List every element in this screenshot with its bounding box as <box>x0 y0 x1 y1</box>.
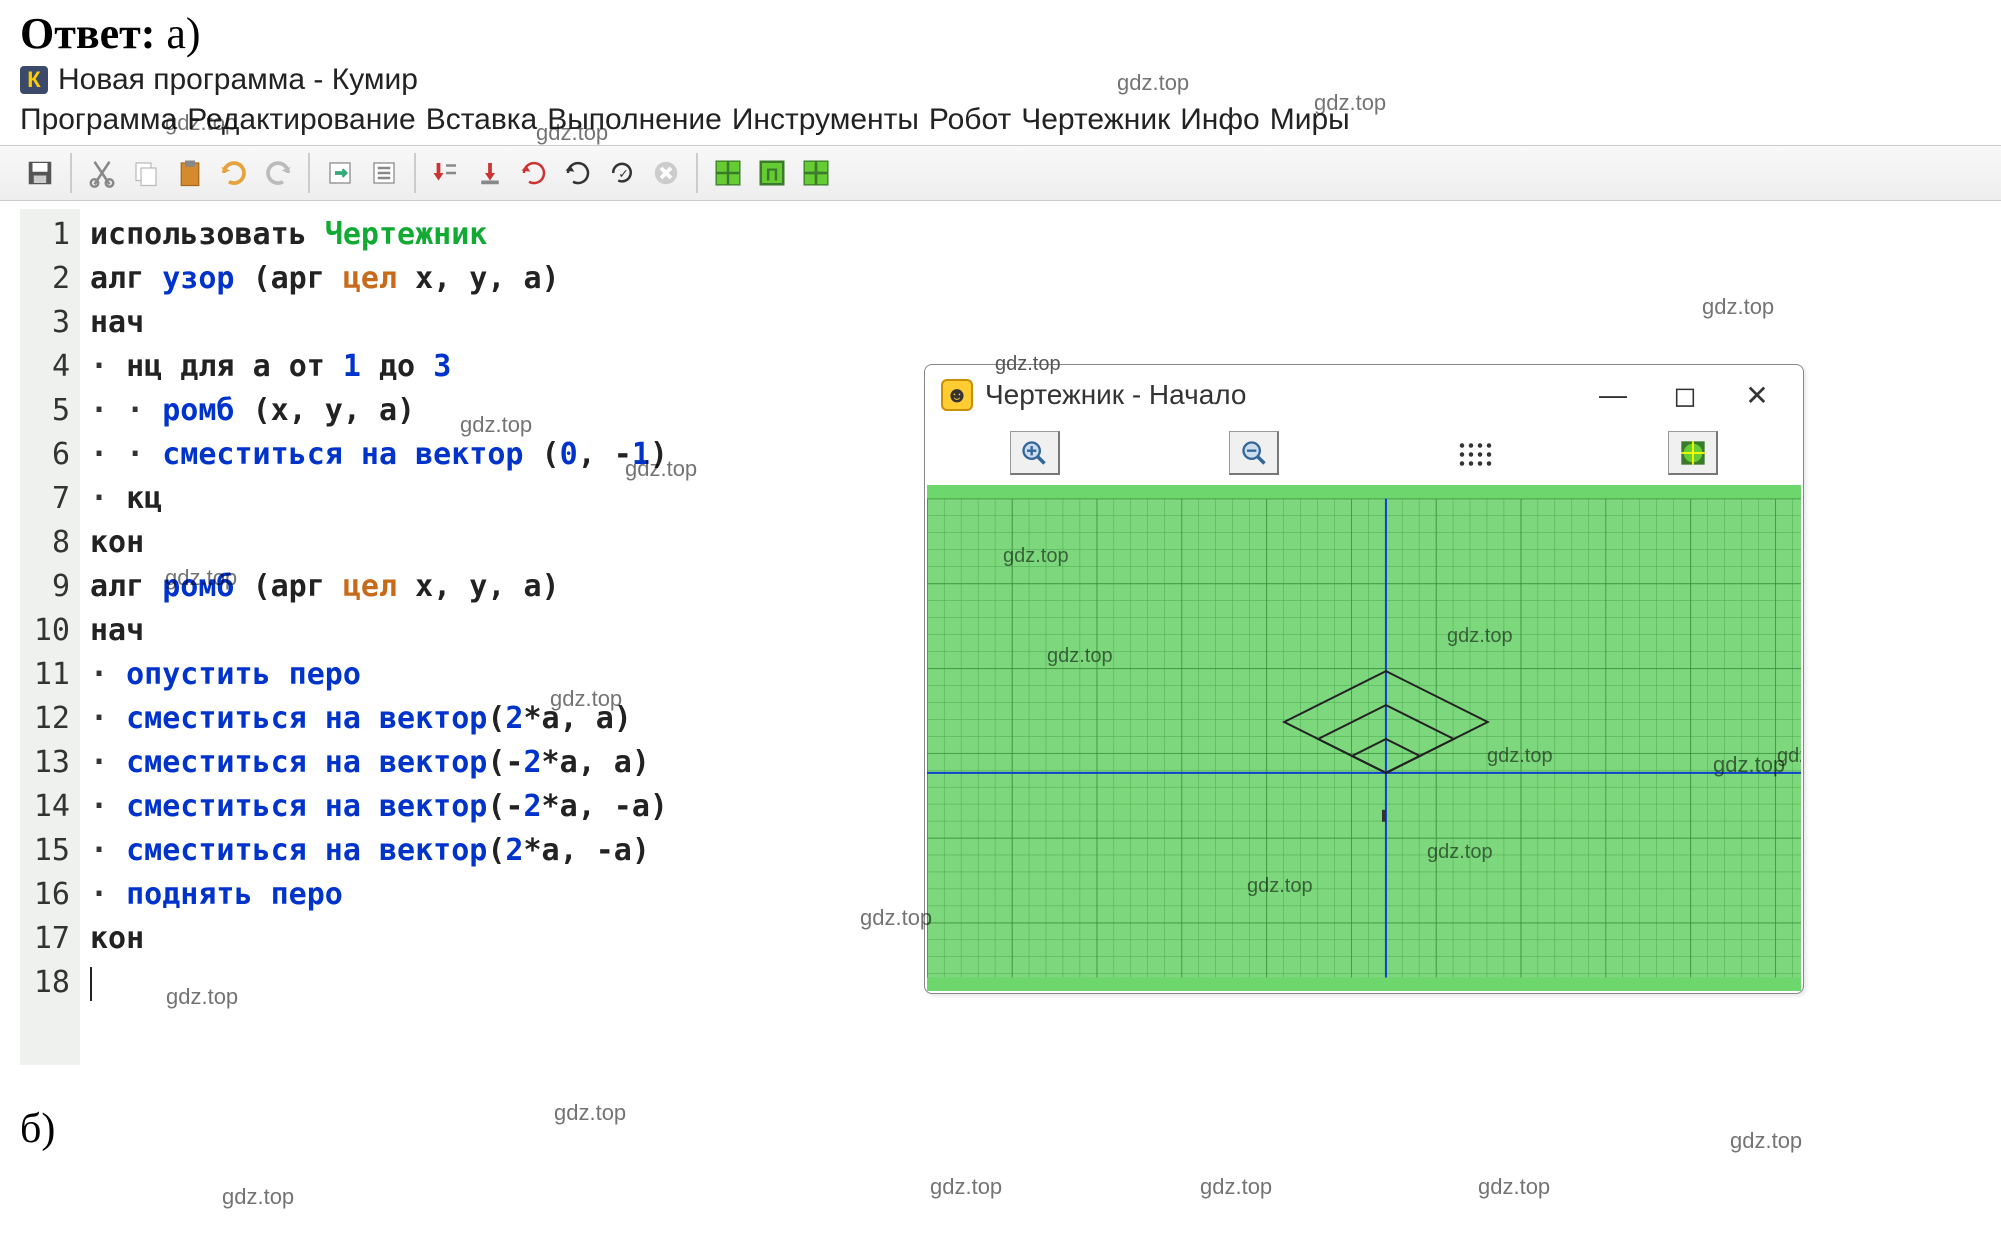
separator <box>414 153 416 193</box>
code-line[interactable]: кон <box>90 917 668 961</box>
menu-item[interactable]: Инструменты <box>732 103 919 137</box>
undo-icon[interactable] <box>214 153 254 193</box>
code-line[interactable]: кон <box>90 521 668 565</box>
code-line[interactable]: нач <box>90 609 668 653</box>
code-line[interactable]: · кц <box>90 477 668 521</box>
list-icon[interactable] <box>364 153 404 193</box>
run-check-icon[interactable]: ✓ <box>602 153 642 193</box>
code-line[interactable]: использовать Чертежник <box>90 213 668 257</box>
menu-item[interactable]: Инфо <box>1180 103 1260 137</box>
svg-text:✓: ✓ <box>618 167 628 181</box>
save-icon[interactable] <box>20 153 60 193</box>
line-number: 10 <box>20 609 70 653</box>
run-icon[interactable] <box>514 153 554 193</box>
run-step-icon[interactable] <box>426 153 466 193</box>
line-number: 11 <box>20 653 70 697</box>
code-line[interactable]: · сместиться на вектор(-2*a, a) <box>90 741 668 785</box>
maximize-button[interactable]: ◻ <box>1655 375 1715 415</box>
menu-item[interactable]: Редактирование <box>187 103 416 137</box>
watermark: gdz.top <box>222 1184 294 1210</box>
separator <box>70 153 72 193</box>
line-number: 2 <box>20 257 70 301</box>
line-number: 4 <box>20 345 70 389</box>
code-line[interactable]: · нц для a от 1 до 3 <box>90 345 668 389</box>
code-line[interactable] <box>90 961 668 1005</box>
code-area[interactable]: использовать Чертежникалг узор (арг цел … <box>80 209 668 1065</box>
drafter-window[interactable]: ☻ gdz.top Чертежник - Начало — ◻ ✕ <box>924 364 1804 994</box>
grid-plus-icon[interactable] <box>796 153 836 193</box>
watermark: gdz.top <box>995 353 1061 376</box>
answer-header: Ответ: а) <box>0 0 2001 63</box>
code-line[interactable]: · · ромб (x, y, a) <box>90 389 668 433</box>
watermark: gdz.top <box>1200 1174 1272 1200</box>
menubar: Программа Редактирование Вставка Выполнение… <box>0 101 2001 145</box>
close-button[interactable]: ✕ <box>1727 375 1787 415</box>
line-number: 8 <box>20 521 70 565</box>
code-line[interactable]: алг ромб (арг цел x, y, a) <box>90 565 668 609</box>
grid-pi-icon[interactable]: П <box>752 153 792 193</box>
line-gutter: 123456789101112131415161718 <box>20 209 80 1065</box>
drafter-titlebar[interactable]: ☻ gdz.top Чертежник - Начало — ◻ ✕ <box>925 365 1803 425</box>
watermark: gdz.top <box>930 1174 1002 1200</box>
code-line[interactable]: · поднять перо <box>90 873 668 917</box>
separator <box>308 153 310 193</box>
bottom-label: б) <box>0 1065 2001 1153</box>
line-number: 1 <box>20 213 70 257</box>
toolbar: ✓ П <box>0 145 2001 201</box>
code-line[interactable]: нач <box>90 301 668 345</box>
run-fast-icon[interactable] <box>558 153 598 193</box>
line-number: 16 <box>20 873 70 917</box>
minimize-button[interactable]: — <box>1583 375 1643 415</box>
drafter-app-icon: ☻ <box>941 379 973 411</box>
answer-value: а) <box>166 9 200 58</box>
app-icon: К <box>20 66 48 94</box>
line-number: 5 <box>20 389 70 433</box>
line-number: 15 <box>20 829 70 873</box>
menu-item[interactable]: Миры <box>1270 103 1350 137</box>
line-number: 9 <box>20 565 70 609</box>
stop-icon[interactable] <box>646 153 686 193</box>
line-number: 13 <box>20 741 70 785</box>
code-line[interactable]: · сместиться на вектор(-2*a, -a) <box>90 785 668 829</box>
redo-icon[interactable] <box>258 153 298 193</box>
menu-item[interactable]: Робот <box>929 103 1011 137</box>
code-line[interactable]: · · сместиться на вектор (0, -1) <box>90 433 668 477</box>
run-into-icon[interactable] <box>470 153 510 193</box>
line-number: 12 <box>20 697 70 741</box>
copy-icon[interactable] <box>126 153 166 193</box>
window-title: Новая программа - Кумир <box>58 63 418 97</box>
dots-icon[interactable] <box>1449 431 1499 475</box>
code-line[interactable]: · сместиться на вектор(2*a, a) <box>90 697 668 741</box>
cut-icon[interactable] <box>82 153 122 193</box>
paste-icon[interactable] <box>170 153 210 193</box>
insert-icon[interactable] <box>320 153 360 193</box>
window-titlebar: К Новая программа - Кумир <box>0 63 2001 101</box>
code-line[interactable]: · опустить перо <box>90 653 668 697</box>
zoom-out-icon[interactable] <box>1229 431 1279 475</box>
drafter-canvas[interactable]: gdz.topgdz.topgdz.topgdz.topgdz.topgdz.t… <box>927 485 1801 991</box>
menu-item[interactable]: Программа <box>20 103 177 137</box>
zoom-in-icon[interactable] <box>1010 431 1060 475</box>
menu-item[interactable]: Чертежник <box>1021 103 1170 137</box>
drafter-toolbar <box>925 425 1803 485</box>
target-icon[interactable] <box>1668 431 1718 475</box>
line-number: 3 <box>20 301 70 345</box>
separator <box>696 153 698 193</box>
menu-item[interactable]: Вставка <box>426 103 538 137</box>
code-line[interactable]: · сместиться на вектор(2*a, -a) <box>90 829 668 873</box>
line-number: 7 <box>20 477 70 521</box>
line-number: 18 <box>20 961 70 1005</box>
line-number: 17 <box>20 917 70 961</box>
line-number: 6 <box>20 433 70 477</box>
watermark: gdz.top <box>1478 1174 1550 1200</box>
canvas-svg <box>927 485 1801 991</box>
line-number: 14 <box>20 785 70 829</box>
drafter-title-text: Чертежник - Начало <box>985 379 1247 410</box>
menu-item[interactable]: Выполнение <box>547 103 722 137</box>
svg-text:П: П <box>766 165 779 185</box>
code-line[interactable]: алг узор (арг цел x, y, a) <box>90 257 668 301</box>
grid-green-icon[interactable] <box>708 153 748 193</box>
answer-label: Ответ: <box>20 9 155 58</box>
